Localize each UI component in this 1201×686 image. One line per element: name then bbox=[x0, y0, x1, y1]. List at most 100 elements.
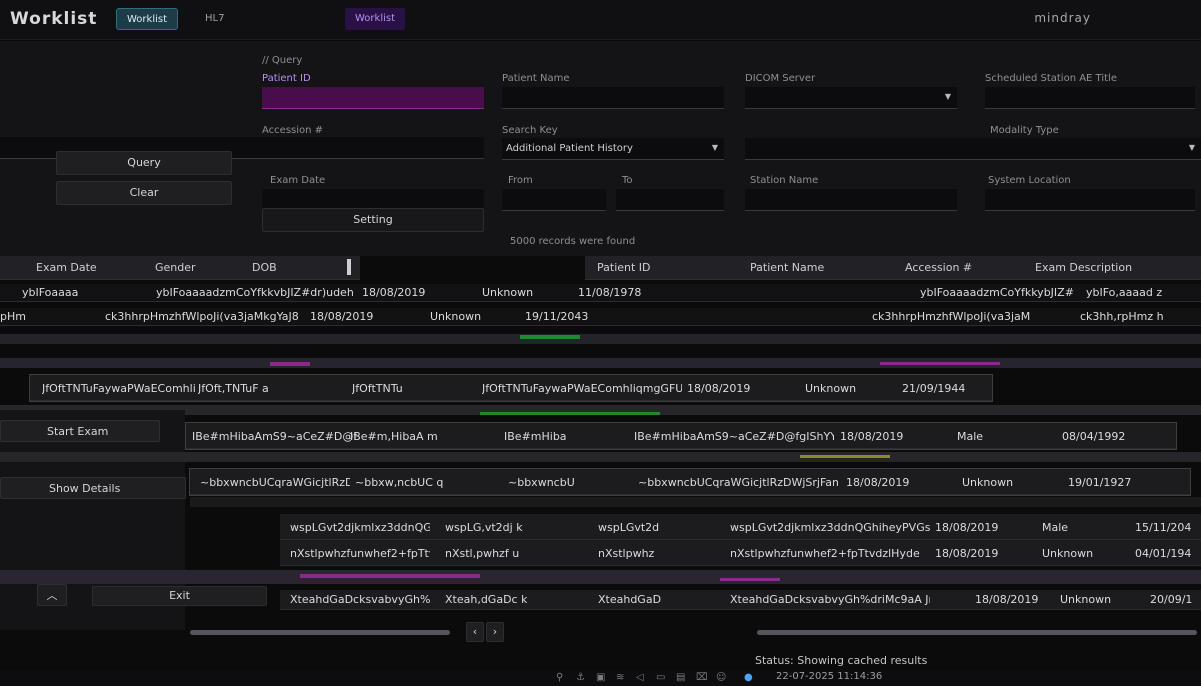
to-date-input[interactable] bbox=[616, 189, 724, 211]
col-exam-description[interactable]: Exam Description bbox=[1035, 261, 1132, 274]
search-key-label: Search Key bbox=[502, 125, 558, 136]
horizontal-scrollbar-right[interactable] bbox=[757, 630, 1197, 635]
cell: wspLG,vt2dj k bbox=[445, 521, 523, 534]
horizontal-scrollbar-left[interactable] bbox=[190, 630, 450, 635]
table-row[interactable]: XteahdGaDcksvabvyGh%driM... Xteah,dGaDc … bbox=[280, 590, 1201, 610]
cell: 15/11/204 bbox=[1135, 521, 1192, 534]
page-prev-button[interactable]: ‹ bbox=[466, 622, 484, 642]
patient-id-input[interactable] bbox=[262, 87, 484, 109]
cell: Unknown bbox=[962, 476, 1014, 489]
show-details-button[interactable]: Show Details bbox=[0, 477, 186, 499]
dicom-server-label: DICOM Server bbox=[745, 73, 816, 84]
cell: nXstl,pwhzf u bbox=[445, 547, 520, 560]
app-title: Worklist bbox=[10, 9, 98, 29]
cell: 21/09/1944 bbox=[902, 382, 966, 395]
cell: Xteah,dGaDc k bbox=[445, 593, 528, 606]
cell: JfOftTNTuFaywaPWaEComhliqmgGFUA bbox=[482, 382, 682, 395]
glitch-band bbox=[0, 452, 1201, 462]
cell: JfOft,TNTuF a bbox=[198, 382, 269, 395]
records-found-text: 5000 records were found bbox=[510, 236, 636, 247]
tab-worklist-secondary[interactable]: Worklist bbox=[345, 8, 406, 30]
cell: Unknown bbox=[1042, 547, 1094, 560]
cell: JfOftTNTu bbox=[352, 382, 403, 395]
cell: Unknown bbox=[482, 286, 534, 299]
table-row[interactable]: JfOftTNTuFaywaPWaEComhli JfOft,TNTuF a J… bbox=[29, 374, 993, 402]
cell: ck3hhrpHmzhfWlpoJi(va3jaM bbox=[872, 310, 1031, 323]
system-location-label: System Location bbox=[988, 175, 1071, 186]
patient-name-input[interactable] bbox=[502, 87, 724, 109]
wifi-icon: ≋ bbox=[616, 672, 625, 683]
table-row[interactable]: ybIFoaaaa ybIFoaaaadzmCoYfkkvbJIZ#dr)ude… bbox=[0, 284, 1201, 302]
cell: 18/08/2019 bbox=[840, 430, 904, 443]
clear-button[interactable]: Clear bbox=[56, 181, 232, 205]
query-section-label: // Query bbox=[262, 55, 303, 66]
additional-history-select[interactable]: Additional Patient History ▼ bbox=[502, 138, 724, 160]
globe-icon: ● bbox=[744, 672, 753, 683]
cell: 18/08/2019 bbox=[687, 382, 751, 395]
cell: XteahdGaD bbox=[598, 593, 662, 606]
volume-icon: ◁ bbox=[636, 672, 644, 683]
glitch-band bbox=[480, 412, 660, 415]
chevron-up-icon: ︿ bbox=[46, 589, 58, 602]
glitch-band bbox=[880, 362, 1000, 365]
tab-hl7[interactable]: HL7 bbox=[195, 8, 234, 30]
cell: ybIFoaaaadzmCoYfkkvbJIZ#dr)udeh bbox=[156, 286, 354, 299]
col-exam-date[interactable]: Exam Date bbox=[36, 261, 97, 274]
glitch-band bbox=[520, 335, 580, 339]
table-row[interactable]: nXstlpwhzfunwhef2+fpTtvdz... nXstl,pwhzf… bbox=[280, 540, 1201, 566]
cell: 18/08/2019 bbox=[310, 310, 374, 323]
cell: Male bbox=[957, 430, 984, 443]
chevron-down-icon: ▼ bbox=[944, 92, 951, 101]
brand-logo: mindray bbox=[1034, 11, 1091, 25]
glitch-band bbox=[190, 497, 1201, 507]
query-panel: // Query Patient ID Patient Name DICOM S… bbox=[0, 41, 1201, 256]
clock: 22-07-2025 11:14:36 bbox=[776, 671, 883, 682]
chevron-left-icon: ‹ bbox=[472, 625, 478, 638]
cell: 18/08/2019 bbox=[975, 593, 1039, 606]
table-row[interactable]: IBe#mHibaAmS9~aCeZ#D@f IBe#m,HibaA m IBe… bbox=[185, 422, 1177, 450]
additional-history-value: Additional Patient History bbox=[506, 143, 633, 154]
usb-icon: ⚓ bbox=[576, 672, 585, 683]
tab-worklist[interactable]: Worklist bbox=[116, 8, 179, 30]
cell: nXstlpwhz bbox=[598, 547, 655, 560]
col-dob[interactable]: DOB bbox=[252, 261, 277, 274]
user-icon: ☺ bbox=[716, 672, 727, 683]
start-exam-button[interactable]: Start Exam bbox=[0, 420, 160, 442]
grid-header-left: Exam Date Gender DOB bbox=[0, 256, 360, 280]
cell: Unknown bbox=[805, 382, 857, 395]
modality-select[interactable]: ▼ bbox=[745, 138, 1201, 160]
patient-name-label: Patient Name bbox=[502, 73, 570, 84]
disk-icon: ▤ bbox=[676, 672, 686, 683]
setting-button[interactable]: Setting bbox=[262, 208, 484, 232]
table-row[interactable]: wspLGvt2djkmlxz3ddnQGhih... wspLG,vt2dj … bbox=[280, 514, 1201, 540]
col-patient-name[interactable]: Patient Name bbox=[750, 261, 824, 274]
col-gender[interactable]: Gender bbox=[155, 261, 196, 274]
page-next-button[interactable]: › bbox=[486, 622, 504, 642]
cell: IBe#mHibaAmS9~aCeZ#D@f bbox=[192, 430, 358, 443]
query-button[interactable]: Query bbox=[56, 151, 232, 175]
station-name-input[interactable] bbox=[745, 189, 957, 211]
dicom-server-select[interactable]: ▼ bbox=[745, 87, 957, 109]
col-patient-id[interactable]: Patient ID bbox=[597, 261, 651, 274]
cell: nXstlpwhzfunwhef2+fpTtvdz... bbox=[290, 547, 430, 560]
chevron-down-icon: ▼ bbox=[711, 143, 718, 152]
cell: 11/08/1978 bbox=[578, 286, 642, 299]
column-resize-handle[interactable] bbox=[347, 259, 351, 275]
from-date-input[interactable] bbox=[502, 189, 606, 211]
cell: ~bbxw,ncbUC q bbox=[355, 476, 444, 489]
exit-button[interactable]: Exit bbox=[92, 586, 267, 606]
cell: 20/09/1 bbox=[1150, 593, 1193, 606]
cell: ~bbxwncbUCqraWGicjtlRzDWjSrjFam bbox=[638, 476, 838, 489]
collapse-button[interactable]: ︿ bbox=[37, 584, 67, 606]
col-accession[interactable]: Accession # bbox=[905, 261, 972, 274]
network-icon: ⚲ bbox=[556, 672, 564, 683]
cell: IBe#m,HibaA m bbox=[350, 430, 438, 443]
cell: Unknown bbox=[1060, 593, 1112, 606]
scheduled-ae-input[interactable] bbox=[985, 87, 1195, 109]
table-row[interactable]: ~bbxwncbUCqraWGicjtlRzD... ~bbxw,ncbUC q… bbox=[189, 468, 1191, 496]
system-location-input[interactable] bbox=[985, 189, 1195, 211]
cell: Male bbox=[1042, 521, 1069, 534]
cell: ybIFo,aaaad z bbox=[1086, 286, 1163, 299]
cell: ybIFoaaaadzmCoYfkkybJIZ# bbox=[920, 286, 1074, 299]
table-row[interactable]: pHm ck3hhrpHmzhfWlpoJi(va3jaMkgYaJ8 18/0… bbox=[0, 308, 1201, 326]
